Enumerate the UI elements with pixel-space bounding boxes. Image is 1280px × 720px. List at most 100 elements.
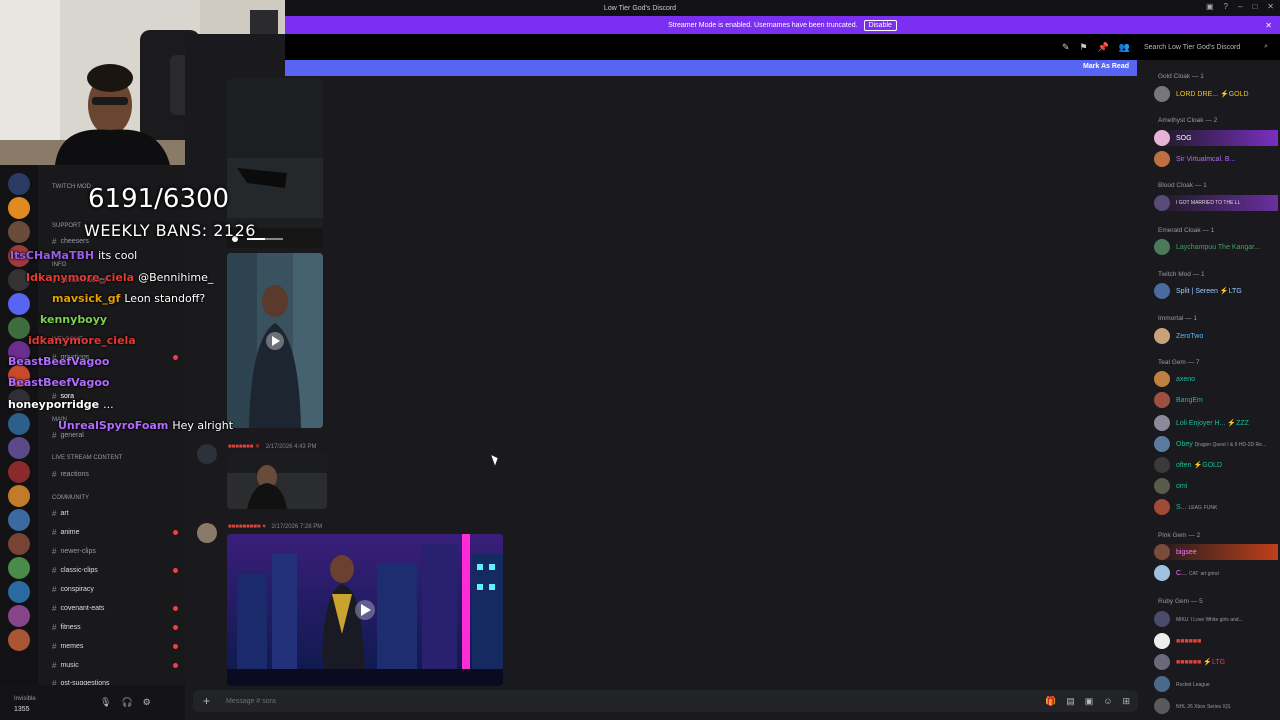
avatar: [1154, 499, 1170, 515]
avatar: [1154, 436, 1170, 452]
channel-music[interactable]: # music: [52, 661, 178, 670]
mark-as-read-button[interactable]: Mark As Read: [1083, 63, 1129, 70]
message-composer[interactable]: + Message # sora 🎁 ▤ ▣ ☺ ⊞: [193, 690, 1138, 712]
avatar[interactable]: [197, 523, 217, 543]
hash-icon: #: [52, 623, 57, 632]
disable-button[interactable]: Disable: [863, 19, 897, 31]
channel-memes[interactable]: # memes: [52, 642, 178, 651]
minimize-icon[interactable]: –: [1238, 2, 1242, 11]
server-icon[interactable]: [8, 293, 30, 315]
channel-general[interactable]: # general: [52, 431, 84, 440]
search-placeholder: Search Low Tier God's Discord: [1144, 43, 1241, 51]
add-attachment-icon[interactable]: +: [203, 694, 210, 708]
members-icon[interactable]: 👥: [1119, 42, 1130, 53]
member-item[interactable]: Loli Enjoyer H... ⚡ZZZ: [1154, 415, 1278, 431]
stream-chat-line: ItsCHaMaTBH its cool: [10, 249, 138, 262]
author-name[interactable]: ■■■■■■■ ✕: [228, 444, 260, 450]
server-icon[interactable]: [8, 557, 30, 579]
member-item[interactable]: ■■■■■■: [1154, 633, 1278, 649]
notification-icon[interactable]: ⚑: [1079, 42, 1087, 53]
role-header: Gold Cloak — 1: [1158, 73, 1204, 80]
gift-icon[interactable]: 🎁: [1045, 696, 1056, 707]
maximize-icon[interactable]: □: [1252, 2, 1257, 11]
member-item[interactable]: LORD DRE... ⚡GOLD: [1154, 86, 1278, 102]
unread-badge: [173, 530, 178, 535]
unread-badge: [173, 663, 178, 668]
member-item[interactable]: BangEm: [1154, 392, 1278, 408]
member-item[interactable]: omi: [1154, 478, 1278, 494]
server-icon[interactable]: [8, 173, 30, 195]
apps-icon[interactable]: ⊞: [1122, 696, 1130, 707]
message-header: ■■■■■■■■■ ♥ 2/17/2026 7:28 PM: [228, 524, 322, 530]
toolbar-icons: ✎ ⚑ 📌 👥: [1062, 42, 1130, 53]
video-attachment[interactable]: [227, 534, 503, 686]
server-icon[interactable]: [8, 605, 30, 627]
member-item[interactable]: Split | Sereen ⚡LTG: [1154, 283, 1278, 299]
pin-icon[interactable]: 📌: [1098, 42, 1109, 53]
server-icon[interactable]: [8, 581, 30, 603]
author-name[interactable]: ■■■■■■■■■ ♥: [228, 524, 266, 530]
mic-icon[interactable]: 🎙: [100, 697, 111, 708]
member-item[interactable]: ■■■■■■ ⚡LTG: [1154, 654, 1278, 670]
video-attachment[interactable]: [227, 253, 323, 428]
member-item[interactable]: NHL 26 Xbox Series X|S: [1154, 698, 1278, 714]
server-icon[interactable]: [8, 317, 30, 339]
member-item[interactable]: C... CAT art grind: [1154, 565, 1278, 581]
search-icon: ⌕: [1264, 43, 1268, 50]
member-item[interactable]: ZeroTwo: [1154, 328, 1278, 344]
stream-chat-line: mavsick_gf Leon standoff?: [52, 292, 206, 305]
member-item[interactable]: Obey Dragon Quest I & II HD-2D Re...: [1154, 436, 1278, 452]
server-icon[interactable]: [8, 461, 30, 483]
member-item[interactable]: SOG: [1154, 130, 1278, 146]
help-icon[interactable]: ?: [1224, 2, 1228, 11]
server-icon[interactable]: [8, 197, 30, 219]
server-icon[interactable]: [8, 437, 30, 459]
category-support[interactable]: SUPPORT: [52, 223, 81, 229]
category-live-stream[interactable]: LIVE STREAM CONTENT: [52, 455, 122, 461]
search-input[interactable]: Search Low Tier God's Discord ⌕: [1140, 40, 1272, 54]
emoji-icon[interactable]: ☺: [1103, 696, 1112, 707]
channel-reactions[interactable]: # reactions: [52, 470, 89, 479]
avatar: [1154, 611, 1170, 627]
channel-newer-clips[interactable]: # newer-clips: [52, 547, 96, 556]
channel-anime[interactable]: # anime: [52, 528, 178, 537]
member-item[interactable]: Rocket League: [1154, 676, 1278, 692]
new-messages-bar[interactable]: Mark As Read: [285, 60, 1137, 76]
server-icon[interactable]: [8, 485, 30, 507]
server-icon[interactable]: [8, 533, 30, 555]
category-info[interactable]: INFO: [52, 262, 66, 268]
channel-conspiracy[interactable]: # conspiracy: [52, 585, 94, 594]
member-item[interactable]: I GOT MARRIED TO THE LL: [1154, 195, 1278, 211]
threads-icon[interactable]: ✎: [1062, 42, 1070, 53]
category-twitch[interactable]: TWITCH MOD: [52, 184, 91, 190]
server-icon[interactable]: [8, 509, 30, 531]
channel-covenant-eats[interactable]: # covenant-eats: [52, 604, 178, 613]
member-item[interactable]: often ⚡GOLD: [1154, 457, 1278, 473]
member-item[interactable]: S... LEAG FUNK: [1154, 499, 1278, 515]
channel-fitness[interactable]: # fitness: [52, 623, 178, 632]
hash-icon: #: [52, 431, 57, 440]
member-item[interactable]: Laychampuu The Kangar...: [1154, 239, 1278, 255]
member-item[interactable]: MIKU I Love White girls and...: [1154, 611, 1278, 627]
close-banner-icon[interactable]: ✕: [1265, 21, 1272, 30]
inbox-icon[interactable]: ▣: [1206, 2, 1214, 11]
settings-icon[interactable]: ⚙: [143, 697, 151, 708]
close-icon[interactable]: ✕: [1267, 2, 1274, 11]
video-attachment[interactable]: [227, 453, 327, 509]
server-icon[interactable]: [8, 221, 30, 243]
headphones-icon[interactable]: 🎧: [121, 697, 132, 708]
gif-icon[interactable]: ▤: [1066, 696, 1075, 707]
member-item[interactable]: Sir Virtualmcal. B...: [1154, 151, 1278, 167]
server-icon[interactable]: [8, 413, 30, 435]
channel-art[interactable]: # art: [52, 509, 69, 518]
channel-classic-clips[interactable]: # classic-clips: [52, 566, 178, 575]
sticker-icon[interactable]: ▣: [1085, 696, 1094, 707]
server-icon[interactable]: [8, 629, 30, 651]
composer-placeholder: Message # sora: [226, 697, 276, 705]
member-item[interactable]: axeno: [1154, 371, 1278, 387]
hash-icon: #: [52, 585, 57, 594]
member-item[interactable]: bigsee: [1154, 544, 1278, 560]
role-header: Teal Gem — 7: [1158, 359, 1200, 366]
category-community[interactable]: COMMUNITY: [52, 495, 89, 501]
avatar[interactable]: [197, 444, 217, 464]
